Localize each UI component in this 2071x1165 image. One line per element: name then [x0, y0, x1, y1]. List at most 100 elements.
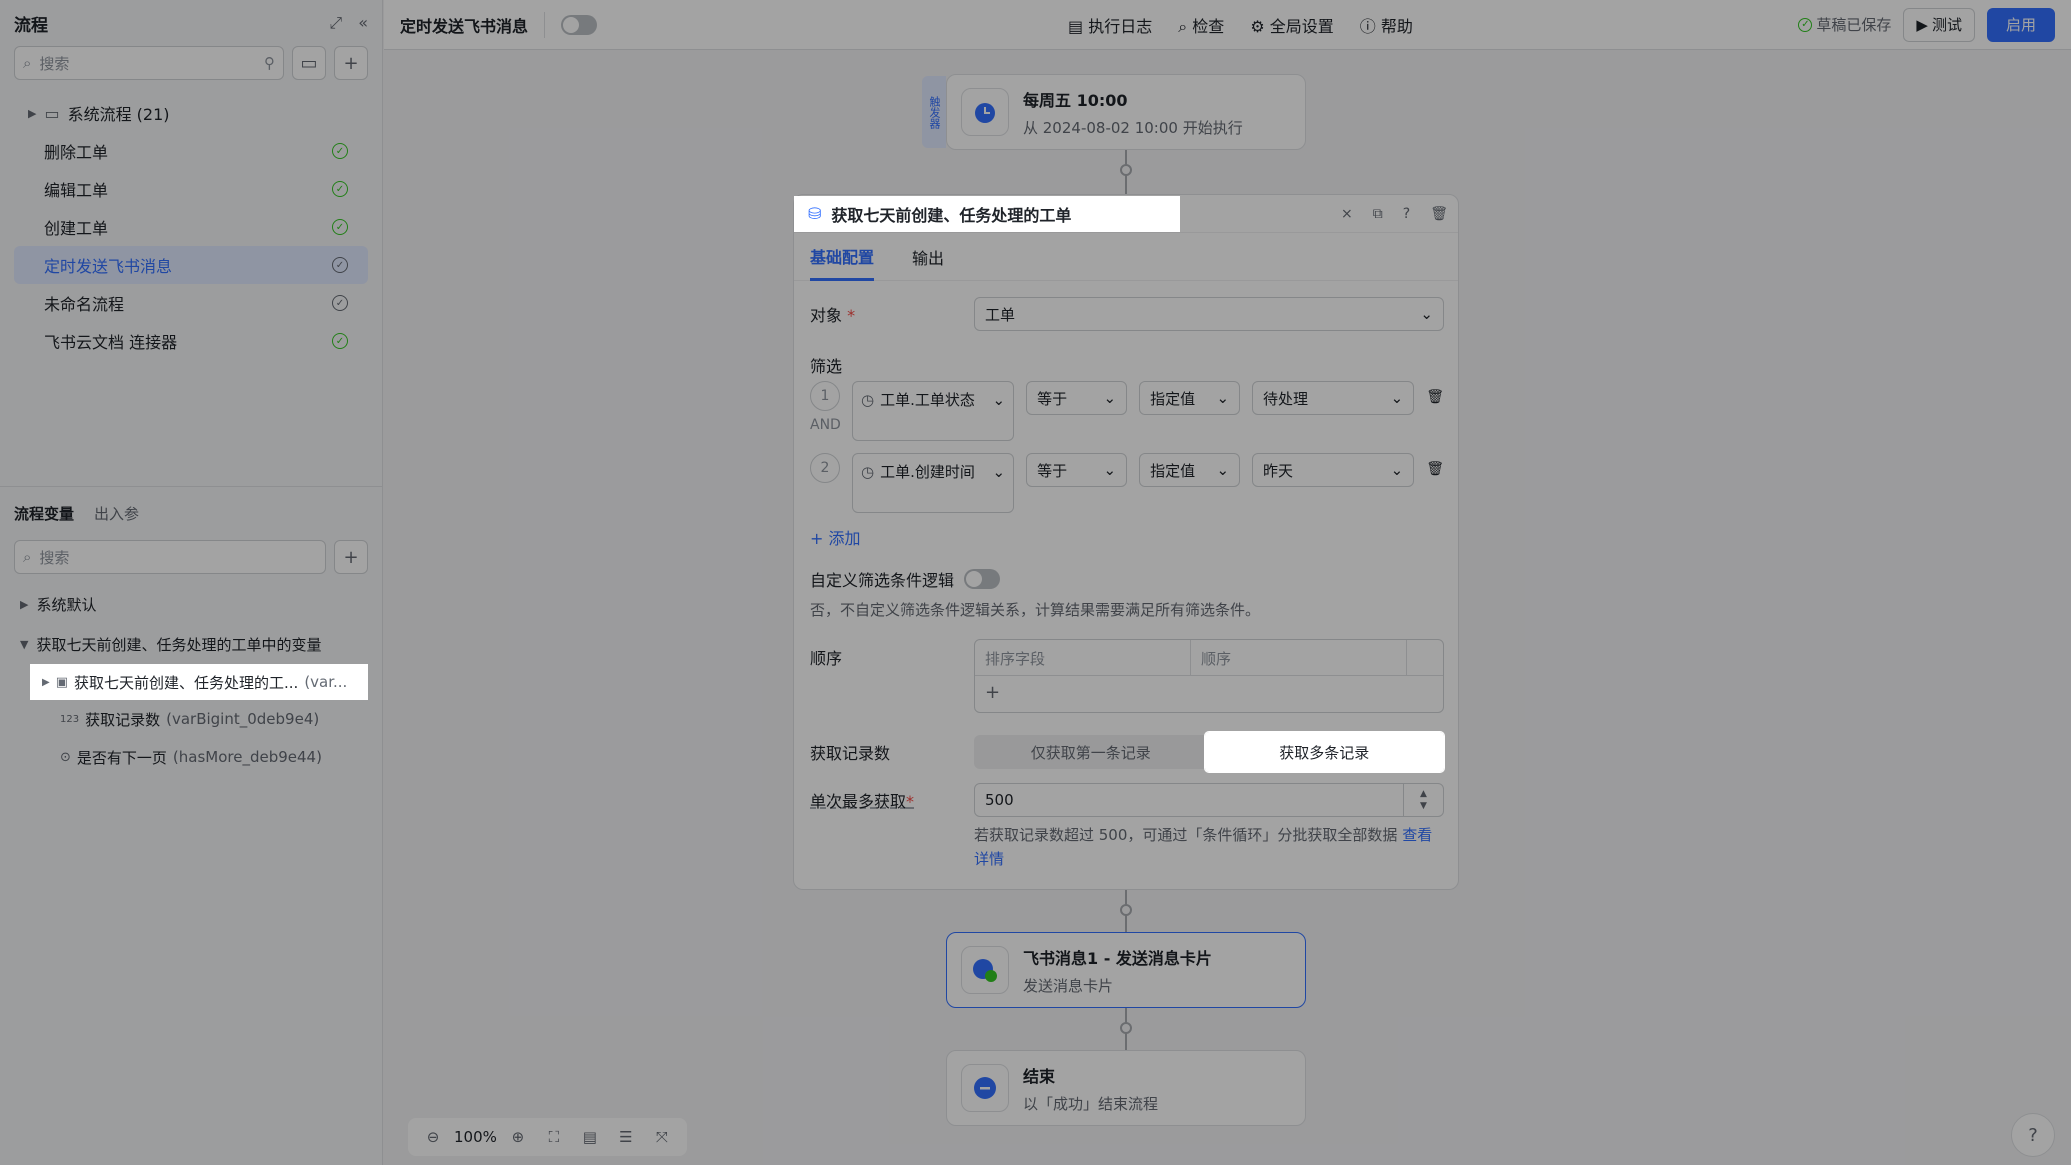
zoom-out-icon[interactable]: ⊖ — [418, 1128, 448, 1146]
fullscreen-icon[interactable]: ⤧ — [647, 1128, 677, 1146]
add-flow-button[interactable]: + — [334, 46, 368, 80]
minimap-icon[interactable]: ▤ — [575, 1128, 605, 1146]
var-name: 获取七天前创建、任务处理的工... — [74, 673, 299, 692]
add-node-dot[interactable] — [1120, 1022, 1132, 1034]
add-filter-button[interactable]: + 添加 — [810, 525, 861, 549]
search-icon: ⌕ — [23, 548, 32, 566]
flow-search-input[interactable]: ⌕ 搜索 ⚲ — [14, 46, 284, 80]
flow-item[interactable]: 飞书云文档 连接器 ✓ — [14, 322, 368, 360]
filter-operator-select[interactable]: 等于 ⌄ — [1026, 453, 1128, 487]
records-mode-segmented: 仅获取第一条记录 获取多条记录 — [974, 731, 1445, 773]
flow-toggle[interactable] — [561, 14, 598, 35]
check-circle-icon: ✓ — [332, 219, 348, 235]
test-label: 测试 — [1931, 16, 1962, 34]
flow-item[interactable]: 编辑工单 ✓ — [14, 170, 368, 208]
check-circle-icon: ✓ — [332, 257, 348, 273]
tab-output[interactable]: 输出 — [912, 245, 944, 269]
help-icon[interactable]: ? — [1403, 206, 1410, 222]
filter-value-select[interactable]: 待处理 ⌄ — [1252, 381, 1415, 415]
exec-log-label: 执行日志 — [1088, 16, 1153, 36]
add-node-dot[interactable] — [1120, 164, 1132, 176]
auto-layout-icon[interactable]: ☰ — [611, 1128, 641, 1146]
record-list-icon: ▣ — [55, 674, 68, 690]
var-group-node[interactable]: ▼ 获取七天前创建、任务处理的工单中的变量 — [0, 624, 382, 664]
filter-mode: 指定值 — [1150, 389, 1196, 408]
object-select[interactable]: 工单 ⌄ — [974, 297, 1444, 331]
delete-icon[interactable]: 🗑 — [1430, 206, 1448, 222]
caret-right-icon: ▶ — [28, 106, 37, 120]
add-variable-button[interactable]: + — [334, 540, 368, 574]
end-icon — [961, 1064, 1009, 1112]
flow-tree: ▶ ▭ 系统流程 (21) 删除工单 ✓ 编辑工单 ✓ 创建工单 ✓ 定时发送飞书消息… — [0, 94, 382, 360]
first-record-option[interactable]: 仅获取第一条记录 — [977, 738, 1205, 766]
delete-filter-icon[interactable]: 🗑 — [1426, 461, 1444, 477]
top-toolbar: 定时发送飞书消息 ▤ 执行日志 ⌕ 检查 ⚙ 全局设置 ⓘ 帮助 ✓ 草稿已保存 … — [384, 0, 2071, 50]
filter-field-select[interactable]: ◷ 工单.工单状态 ⌄ — [852, 381, 1015, 441]
chevron-down-icon: ⌄ — [1420, 305, 1433, 323]
panel-title-bar[interactable]: ⛁ 获取七天前创建、任务处理的工单 — [794, 195, 1180, 232]
trigger-title: 每周五 10:00 — [1023, 90, 1128, 110]
help-fab-icon[interactable]: ? — [2011, 1113, 2055, 1157]
folder-label: 系统流程 (21) — [67, 105, 170, 124]
new-folder-button[interactable]: ▭ — [292, 46, 326, 80]
chevron-down-icon: ⌄ — [992, 463, 1006, 481]
filter-field: 工单.工单状态 — [880, 391, 975, 409]
variable-search-input[interactable]: ⌕ 搜索 — [14, 540, 326, 574]
custom-logic-description: 否，不自定义筛选条件逻辑关系，计算结果需要满足所有筛选条件。 — [810, 601, 1261, 619]
filter-field-select[interactable]: ◷ 工单.创建时间 ⌄ — [852, 453, 1015, 513]
help-button[interactable]: ⓘ 帮助 — [1360, 13, 1413, 37]
tab-basic-config[interactable]: 基础配置 — [810, 232, 875, 281]
filter-value-select[interactable]: 昨天 ⌄ — [1252, 453, 1415, 487]
copy-icon[interactable]: ⧉ — [1373, 206, 1383, 222]
inspect-button[interactable]: ⌕ 检查 — [1178, 13, 1224, 37]
fit-view-icon[interactable]: ⛶ — [539, 1128, 569, 1146]
end-node[interactable]: 结束 以「成功」结束流程 — [946, 1050, 1306, 1126]
order-direction-header: 顺序 — [1191, 640, 1407, 675]
var-group-system[interactable]: ▶ 系统默认 — [0, 584, 382, 624]
tab-io-params[interactable]: 出入参 — [94, 503, 139, 524]
flow-item[interactable]: 创建工单 ✓ — [14, 208, 368, 246]
end-node-subtitle: 以「成功」结束流程 — [1023, 1094, 1159, 1113]
flow-item-label: 编辑工单 — [44, 181, 109, 200]
flow-name[interactable]: 定时发送飞书消息 — [400, 11, 546, 38]
filter-index: 2 — [810, 453, 840, 483]
check-circle-icon: ✓ — [1798, 17, 1813, 32]
zoom-in-icon[interactable]: ⊕ — [503, 1128, 533, 1146]
add-order-button[interactable]: + — [975, 676, 1443, 712]
exec-log-button[interactable]: ▤ 执行日志 — [1068, 13, 1152, 37]
filter-mode-select[interactable]: 指定值 ⌄ — [1139, 453, 1241, 487]
order-field-header: 排序字段 — [975, 640, 1191, 675]
delete-filter-icon[interactable]: 🗑 — [1426, 389, 1444, 405]
filter-operator-select[interactable]: 等于 ⌄ — [1026, 381, 1128, 415]
max-fetch-input[interactable]: 500 ▲ ▼ — [974, 783, 1444, 817]
folder-system-flows[interactable]: ▶ ▭ 系统流程 (21) — [14, 94, 368, 132]
variables-section: 流程变量 出入参 ⌕ 搜索 + ▶ 系统默认 ▼ 获取七天前创建、任务处理的工单… — [0, 498, 382, 776]
test-button[interactable]: ▶ 测试 — [1903, 7, 1975, 42]
trigger-node[interactable]: 每周五 10:00 从 2024-08-02 10:00 开始执行 — [946, 74, 1306, 150]
var-has-more[interactable]: ⊙ 是否有下一页 (hasMore_deb9e44) — [0, 738, 382, 776]
filter-value: 昨天 — [1263, 461, 1294, 480]
multiple-records-option[interactable]: 获取多条记录 — [1203, 731, 1445, 773]
collapse-icon[interactable]: ⨯ — [1341, 206, 1353, 222]
global-settings-button[interactable]: ⚙ 全局设置 — [1250, 13, 1333, 37]
var-record-count[interactable]: 123 获取记录数 (varBigint_0deb9e4) — [0, 700, 382, 738]
filter-mode-select[interactable]: 指定值 ⌄ — [1139, 381, 1241, 415]
custom-logic-toggle[interactable] — [964, 569, 1001, 589]
order-table: 排序字段 顺序 + — [974, 639, 1444, 713]
filter-operator: 等于 — [1037, 389, 1068, 408]
flow-item[interactable]: 删除工单 ✓ — [14, 132, 368, 170]
flow-item[interactable]: 未命名流程 ✓ — [14, 284, 368, 322]
filter-label: 筛选 — [810, 357, 843, 376]
feishu-message-node[interactable]: 飞书消息1 - 发送消息卡片 发送消息卡片 — [946, 932, 1306, 1008]
stepper-icon[interactable]: ▲ ▼ — [1403, 784, 1443, 816]
expand-icon[interactable]: ⤢ — [329, 13, 342, 33]
filter-icon[interactable]: ⚲ — [264, 54, 275, 72]
var-id: (hasMore_deb9e44) — [172, 748, 322, 766]
collapse-sidebar-icon[interactable]: « — [358, 13, 368, 33]
add-node-dot[interactable] — [1120, 904, 1132, 916]
enable-button[interactable]: 启用 — [1986, 7, 2055, 42]
filter-field: 工单.创建时间 — [880, 463, 975, 481]
flow-item-active[interactable]: 定时发送飞书消息 ✓ — [14, 246, 368, 284]
var-record-list[interactable]: ▶ ▣ 获取七天前创建、任务处理的工... (var... — [30, 664, 368, 700]
tab-flow-variables[interactable]: 流程变量 — [14, 503, 74, 524]
